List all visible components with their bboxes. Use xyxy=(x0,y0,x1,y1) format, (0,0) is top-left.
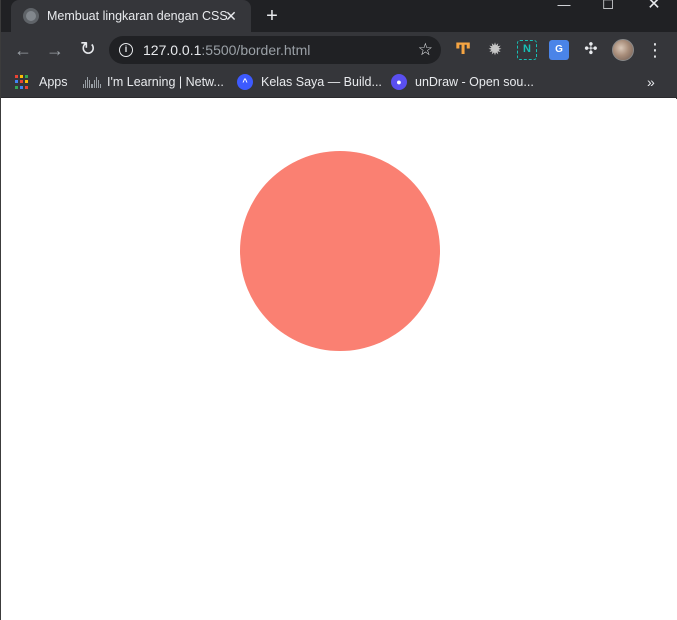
salmon-circle xyxy=(240,151,440,351)
bookmark-label: Apps xyxy=(39,75,68,89)
bookmark-kelas-saya[interactable]: ^ Kelas Saya — Build... xyxy=(237,68,382,96)
apps-grid-icon xyxy=(15,75,29,89)
toolbar: ← → ↻ i 127.0.0.1:5500/border.html ☆ Ͳ ✹… xyxy=(1,32,677,68)
apps-grid-dot xyxy=(20,85,23,89)
url-text[interactable]: 127.0.0.1:5500/border.html xyxy=(143,42,310,58)
cisco-icon xyxy=(83,76,101,88)
apps-grid-dot xyxy=(25,85,28,89)
url-path: :5500/border.html xyxy=(201,42,311,58)
tab-active[interactable]: Membuat lingkaran dengan CSS3 ✕ xyxy=(11,0,251,32)
bookmark-label: Kelas Saya — Build... xyxy=(261,75,382,89)
reload-button[interactable]: ↻ xyxy=(75,37,101,63)
extension-translate-icon[interactable]: G xyxy=(549,40,569,60)
tab-title: Membuat lingkaran dengan CSS3 xyxy=(47,9,227,23)
menu-icon[interactable]: ⋮ xyxy=(646,37,664,63)
apps-grid-dot xyxy=(25,80,28,84)
apps-grid-dot xyxy=(25,75,28,78)
info-icon[interactable]: i xyxy=(119,43,133,57)
undraw-icon: ● xyxy=(391,74,407,90)
minimize-button[interactable]: — xyxy=(541,0,587,16)
maximize-button[interactable]: ☐ xyxy=(585,0,631,16)
close-icon[interactable]: ✕ xyxy=(221,6,241,26)
page-content xyxy=(2,99,677,620)
bookmark-netacad[interactable]: I'm Learning | Netw... xyxy=(83,68,224,96)
extensions-puzzle-icon[interactable]: ✣ xyxy=(581,40,601,60)
apps-grid-dot xyxy=(15,75,18,78)
extension-notion-icon[interactable]: N xyxy=(517,40,537,60)
bookmark-undraw[interactable]: ● unDraw - Open sou... xyxy=(391,68,534,96)
tab-strip: Membuat lingkaran dengan CSS3 ✕ + — ☐ ✕ xyxy=(1,0,677,32)
address-bar[interactable]: i 127.0.0.1:5500/border.html ☆ xyxy=(109,36,441,64)
bookmark-star-icon[interactable]: ☆ xyxy=(418,39,433,61)
apps-grid-dot xyxy=(20,75,23,78)
profile-avatar[interactable] xyxy=(612,39,634,61)
apps-grid-dot xyxy=(20,80,23,84)
globe-icon xyxy=(23,8,39,24)
bookmark-label: I'm Learning | Netw... xyxy=(107,75,224,89)
browser-window: Membuat lingkaran dengan CSS3 ✕ + — ☐ ✕ … xyxy=(0,0,677,620)
new-tab-button[interactable]: + xyxy=(259,3,285,29)
extension-tool-icon[interactable]: Ͳ xyxy=(453,40,473,60)
bookmark-apps[interactable]: Apps xyxy=(15,68,68,96)
forward-button[interactable]: → xyxy=(42,37,68,63)
dicoding-icon: ^ xyxy=(237,74,253,90)
bookmark-label: unDraw - Open sou... xyxy=(415,75,534,89)
extension-gear-icon[interactable]: ✹ xyxy=(485,40,505,60)
back-button[interactable]: ← xyxy=(10,37,36,63)
url-host: 127.0.0.1 xyxy=(143,42,202,58)
window-close-button[interactable]: ✕ xyxy=(631,0,677,16)
bookmarks-bar: Apps I'm Learning | Netw... ^ Kelas Saya… xyxy=(1,68,677,98)
apps-grid-dot xyxy=(15,80,18,84)
more-bookmarks-icon[interactable]: » xyxy=(647,68,655,96)
apps-grid-dot xyxy=(15,85,18,89)
